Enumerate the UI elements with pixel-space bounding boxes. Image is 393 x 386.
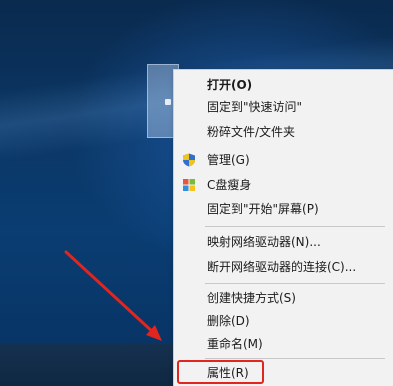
drive-glyph-icon [165, 99, 171, 105]
desktop-background: 打开(O) 固定到"快速访问" 粉碎文件/文件夹 管理(G) C盘瘦身 固定到"… [0, 0, 393, 386]
menu-item-label: 创建快捷方式(S) [207, 291, 296, 305]
menu-item-pin-quick-access[interactable]: 固定到"快速访问" [174, 96, 393, 118]
menu-item-create-shortcut[interactable]: 创建快捷方式(S) [174, 287, 393, 309]
shield-icon [183, 153, 195, 167]
menu-item-label: 映射网络驱动器(N)... [207, 235, 321, 249]
menu-item-c-drive-slim[interactable]: C盘瘦身 [174, 174, 393, 196]
menu-item-label: 粉碎文件/文件夹 [207, 125, 296, 139]
menu-item-shred[interactable]: 粉碎文件/文件夹 [174, 121, 393, 143]
menu-separator [205, 226, 385, 227]
menu-separator [205, 358, 385, 359]
menu-separator [205, 283, 385, 284]
properties-highlight-box [177, 360, 264, 384]
context-menu: 打开(O) 固定到"快速访问" 粉碎文件/文件夹 管理(G) C盘瘦身 固定到"… [173, 69, 393, 386]
menu-item-manage[interactable]: 管理(G) [174, 149, 393, 171]
menu-item-label: 管理(G) [207, 153, 250, 167]
windows-logo-icon [183, 179, 195, 191]
menu-item-label: C盘瘦身 [207, 178, 252, 192]
menu-item-label: 断开网络驱动器的连接(C)... [207, 260, 357, 274]
menu-item-label: 固定到"快速访问" [207, 100, 303, 114]
menu-item-map-network-drive[interactable]: 映射网络驱动器(N)... [174, 231, 393, 253]
menu-item-label: 固定到"开始"屏幕(P) [207, 202, 319, 216]
menu-item-rename[interactable]: 重命名(M) [174, 333, 393, 355]
menu-item-delete[interactable]: 删除(D) [174, 310, 393, 332]
menu-item-disconnect-network-drive[interactable]: 断开网络驱动器的连接(C)... [174, 256, 393, 278]
menu-item-open[interactable]: 打开(O) [174, 74, 393, 96]
menu-item-label: 重命名(M) [207, 337, 263, 351]
menu-item-label: 打开(O) [207, 78, 253, 92]
menu-item-label: 删除(D) [207, 314, 250, 328]
menu-item-pin-start[interactable]: 固定到"开始"屏幕(P) [174, 198, 393, 220]
